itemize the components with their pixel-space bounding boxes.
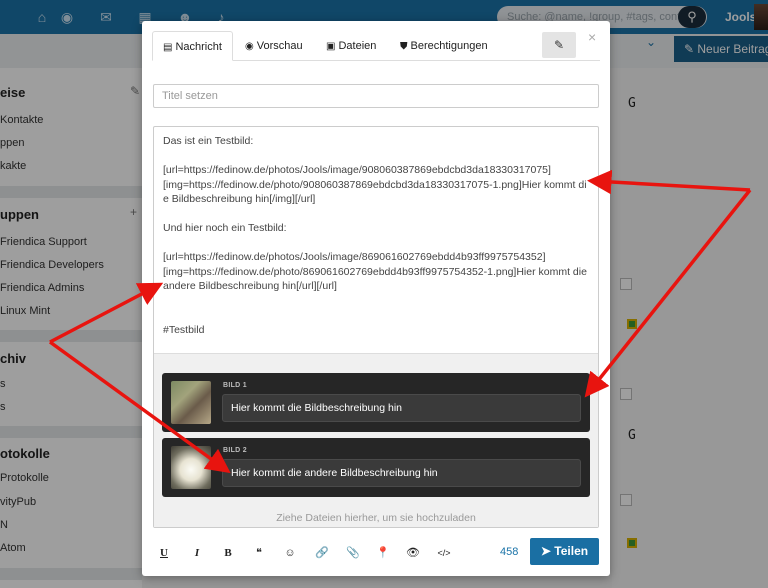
drop-hint: Ziehe Dateien hierher, um sie hochzulade… [276,512,476,524]
compose-modal: ▤ Nachricht ◉ Vorschau ▣ Dateien ⛊ Berechtig… [142,21,610,576]
image-icon: ▣ [326,41,336,52]
tab-label: Berechtigungen [410,40,488,52]
bold-icon[interactable]: B [219,545,237,561]
send-icon: ➤ [540,544,551,558]
tab-label: Dateien [338,40,377,52]
edit-button[interactable]: ✎ [542,32,576,58]
underline-icon[interactable]: U [155,545,173,561]
attachment-thumbnail [171,381,211,424]
message-textarea[interactable]: Das ist ein Testbild: [url=https://fedin… [153,126,599,528]
editor-toolbar: U I B ❝ ☺ 🔗 📎 📍 👁 </> 458 ➤ Teilen [153,538,599,565]
eye-icon: ◉ [245,41,254,52]
tab-files[interactable]: ▣ Dateien [326,31,376,61]
share-label: Teilen [554,544,589,558]
file-icon: ▤ [163,42,173,53]
tab-message[interactable]: ▤ Nachricht [152,31,233,61]
shield-icon: ⛊ [400,41,408,52]
attachment-label: BILD 1 [223,382,247,389]
attach-icon[interactable]: 📎 [344,545,362,561]
compose-tabs: ▤ Nachricht ◉ Vorschau ▣ Dateien ⛊ Berechtig… [152,31,600,61]
message-text[interactable]: Das ist ein Testbild: [url=https://fedin… [163,134,591,337]
attachment-dropzone[interactable]: BILD 1 Hier kommt die Bildbeschreibung h… [154,354,598,527]
share-button[interactable]: ➤ Teilen [530,538,599,565]
close-icon[interactable]: × [588,29,596,45]
tab-permissions[interactable]: ⛊ Berechtigungen [400,31,488,61]
attachment-label: BILD 2 [223,447,247,454]
image-attachment-card[interactable]: BILD 1 Hier kommt die Bildbeschreibung h… [162,373,590,432]
tab-label: Vorschau [256,40,303,52]
tab-label: Nachricht [175,41,222,53]
code-icon[interactable]: </> [433,545,455,561]
image-description-input[interactable]: Hier kommt die andere Bildbeschreibung h… [222,459,581,487]
tab-preview[interactable]: ◉ Vorschau [245,31,303,61]
image-attachment-card[interactable]: BILD 2 Hier kommt die andere Bildbeschre… [162,438,590,497]
italic-icon[interactable]: I [188,545,206,561]
edit-icon: ✎ [553,38,565,52]
image-description-input[interactable]: Hier kommt die Bildbeschreibung hin [222,394,581,422]
location-icon[interactable]: 📍 [374,545,392,561]
smiley-icon[interactable]: ☺ [281,545,299,561]
character-count: 458 [500,546,519,558]
link-icon[interactable]: 🔗 [313,545,331,561]
title-input[interactable]: Titel setzen [153,84,599,108]
quote-icon[interactable]: ❝ [250,545,268,561]
attachment-thumbnail [171,446,211,489]
eye-icon[interactable]: 👁 [404,545,422,561]
